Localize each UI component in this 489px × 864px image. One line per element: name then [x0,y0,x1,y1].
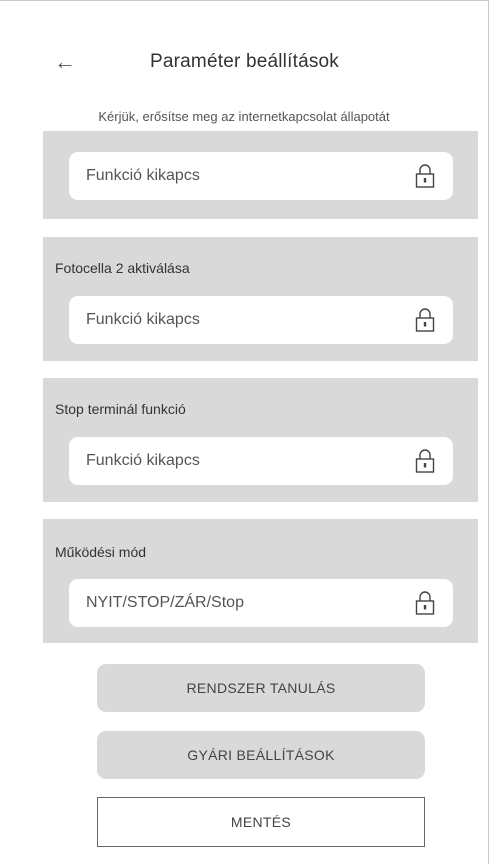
stop-terminal-value: Funkció kikapcs [86,452,200,469]
lock-icon [415,449,435,473]
function-value: Funkció kikapcs [86,167,200,184]
panel-stop-terminal: Stop terminál funkció Funkció kikapcs [43,378,478,502]
lock-icon [415,164,435,188]
factory-settings-button[interactable]: GYÁRI BEÁLLÍTÁSOK [97,731,425,779]
operation-mode-field[interactable]: NYIT/STOP/ZÁR/Stop [69,579,453,627]
panel-function: Funkció kikapcs [43,131,478,219]
page-title: Paraméter beállítások [149,51,339,72]
photocell-value: Funkció kikapcs [86,311,200,328]
header: ← Paraméter beállítások [0,47,489,81]
photocell-field[interactable]: Funkció kikapcs [69,296,453,344]
system-learn-button[interactable]: RENDSZER TANULÁS [97,664,425,712]
app-frame: ← Paraméter beállítások Kérjük, erősítse… [0,0,489,864]
stop-terminal-label: Stop terminál funkció [55,401,186,417]
operation-mode-label: Működési mód [55,544,147,560]
function-field[interactable]: Funkció kikapcs [69,152,453,200]
lock-icon [415,591,435,615]
save-button[interactable]: MENTÉS [97,797,425,847]
stop-terminal-field[interactable]: Funkció kikapcs [69,437,453,485]
panel-photocell: Fotocella 2 aktiválása Funkció kikapcs [43,237,478,361]
connection-hint: Kérjük, erősítse meg az internetkapcsola… [98,109,390,124]
panel-operation-mode: Működési mód NYIT/STOP/ZÁR/Stop [43,519,478,643]
lock-icon [415,308,435,332]
operation-mode-value: NYIT/STOP/ZÁR/Stop [86,594,244,611]
photocell-label: Fotocella 2 aktiválása [55,260,190,276]
